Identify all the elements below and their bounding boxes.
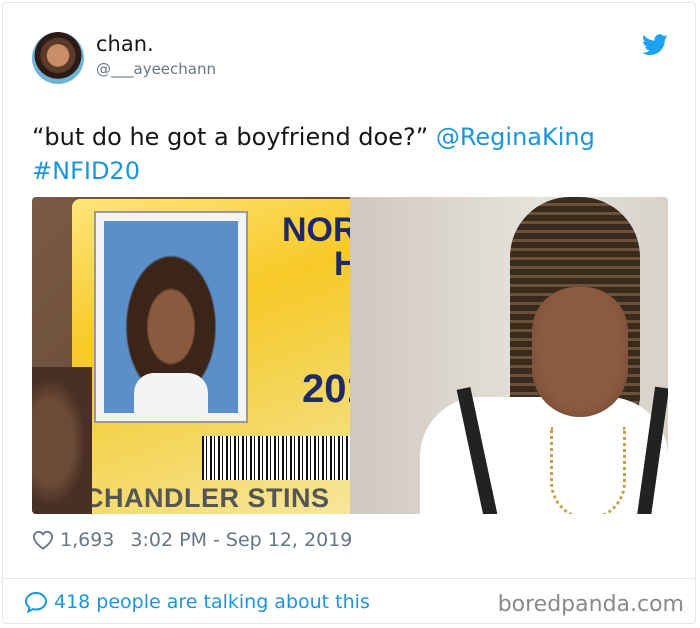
- tweet-text: “but do he got a boyfriend doe?” @Regina…: [32, 120, 662, 188]
- speech-bubble-icon: [24, 591, 48, 614]
- hashtag-link[interactable]: #NFID20: [32, 157, 140, 185]
- user-handle[interactable]: @___ayeechann: [96, 60, 216, 78]
- tweet-meta: 1,693 3:02 PM - Sep 12, 2019: [32, 528, 352, 552]
- face: [532, 287, 628, 417]
- school-name-line2: H: [334, 245, 350, 283]
- avatar[interactable]: [32, 32, 84, 84]
- school-name-line1: NORT: [282, 211, 350, 249]
- id-portrait-frame: [94, 211, 248, 423]
- display-name[interactable]: chan.: [96, 32, 154, 56]
- tweet-media[interactable]: NORT H 2019 CHANDLER STINS: [32, 197, 668, 514]
- watermark: boredpanda.com: [497, 592, 684, 617]
- id-year: 2019: [302, 367, 350, 411]
- hand: [32, 367, 92, 514]
- gold-chain: [550, 427, 626, 514]
- student-name: CHANDLER STINS: [84, 483, 330, 513]
- white-shirt: [420, 397, 668, 514]
- conversation-text[interactable]: 418 people are talking about this: [54, 591, 370, 613]
- like-count[interactable]: 1,693: [60, 529, 114, 551]
- barcode: [202, 436, 350, 480]
- tweet-quote: “but do he got a boyfriend doe?”: [32, 123, 429, 151]
- heart-icon[interactable]: [32, 530, 54, 550]
- twitter-bird-icon[interactable]: [642, 34, 668, 56]
- timestamp[interactable]: 3:02 PM - Sep 12, 2019: [130, 529, 352, 551]
- id-portrait: [104, 221, 238, 413]
- actress-photo: [350, 197, 668, 514]
- divider: [3, 578, 697, 579]
- id-card-photo: NORT H 2019 CHANDLER STINS: [32, 197, 350, 514]
- mention-link[interactable]: @ReginaKing: [436, 123, 595, 151]
- id-card: NORT H 2019 CHANDLER STINS: [72, 199, 350, 514]
- conversation-link[interactable]: 418 people are talking about this: [24, 590, 370, 614]
